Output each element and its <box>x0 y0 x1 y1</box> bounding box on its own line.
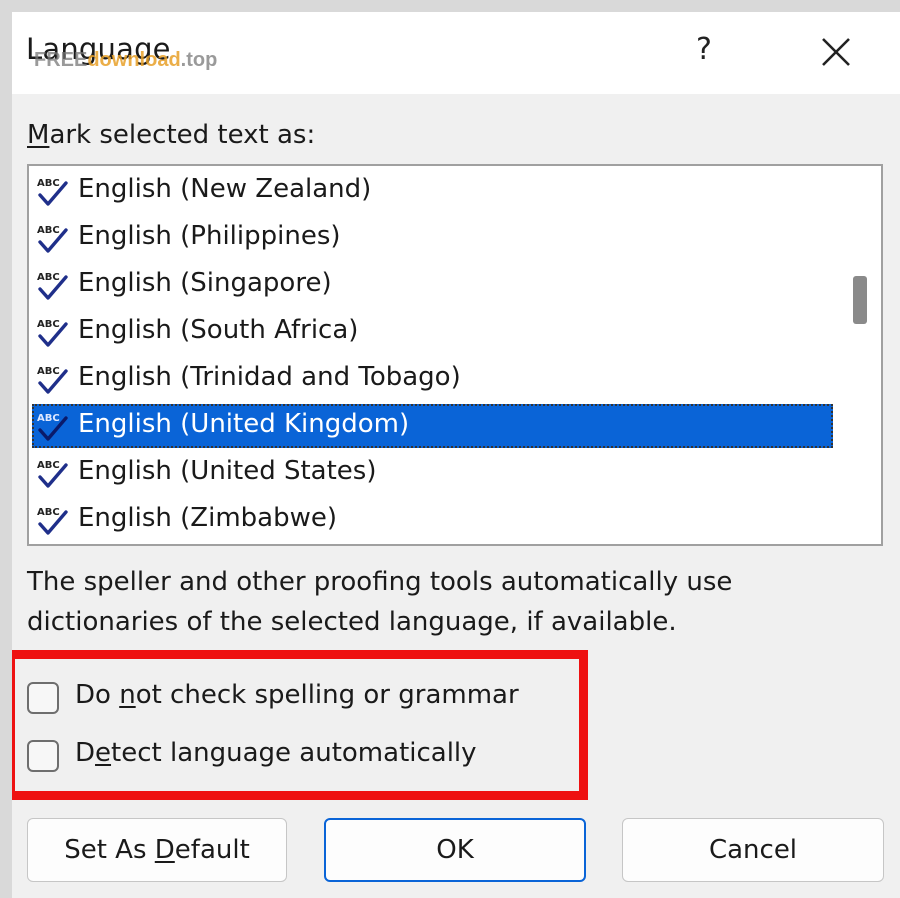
spellcheck-icon: ABC <box>37 272 68 300</box>
listbox-scrollbar[interactable] <box>833 166 881 544</box>
svg-text:ABC: ABC <box>37 460 60 471</box>
language-item-label: English (Zimbabwe) <box>78 503 337 533</box>
no-check-spelling-label[interactable]: Do not check spelling or grammar <box>75 680 519 710</box>
spellcheck-icon: ABC <box>37 507 68 535</box>
language-item-label: English (United States) <box>78 456 377 486</box>
language-item[interactable]: ABC English (United States) <box>32 451 833 495</box>
language-listbox[interactable]: ABC English (New Zealand) ABC English (Phil… <box>27 164 883 546</box>
detect-language-label[interactable]: Detect language automatically <box>75 738 477 768</box>
set-default-label-accesskey: D <box>154 835 175 865</box>
highlight-annotation-box <box>12 650 588 800</box>
set-default-label-post: efault <box>174 835 250 865</box>
no-check-label-pre: Do <box>75 680 120 710</box>
watermark-part-1: FREE <box>34 49 88 71</box>
language-item-label: English (United Kingdom) <box>78 409 410 439</box>
set-default-label-pre: Set As <box>64 835 155 865</box>
mark-selected-text-label: Mark selected text as: <box>27 120 315 150</box>
language-item-label: English (South Africa) <box>78 315 359 345</box>
svg-text:ABC: ABC <box>37 413 60 424</box>
spellcheck-icon: ABC <box>37 225 68 253</box>
language-item-label: English (New Zealand) <box>78 174 372 204</box>
language-item[interactable]: ABC English (Trinidad and Tobago) <box>32 357 833 401</box>
no-check-spelling-checkbox[interactable] <box>27 682 59 714</box>
ok-button[interactable]: OK <box>324 818 586 882</box>
language-item[interactable]: ABC English (New Zealand) <box>32 169 833 213</box>
title-bar: Language FREEdownload.top ? <box>12 12 900 94</box>
spellcheck-icon: ABC <box>37 319 68 347</box>
spellcheck-icon: ABC <box>37 460 68 488</box>
svg-text:ABC: ABC <box>37 178 60 189</box>
svg-text:ABC: ABC <box>37 366 60 377</box>
language-item-label: English (Philippines) <box>78 221 341 251</box>
detect-language-checkbox[interactable] <box>27 740 59 772</box>
language-item-label: English (Trinidad and Tobago) <box>78 362 461 392</box>
mark-label-accesskey: M <box>27 120 50 150</box>
watermark-part-3: .top <box>180 49 218 71</box>
language-dialog: Language FREEdownload.top ? Mark selecte… <box>12 12 900 898</box>
svg-text:ABC: ABC <box>37 319 60 330</box>
detect-label-accesskey: e <box>95 738 112 768</box>
detect-label-post: tect language automatically <box>111 738 477 768</box>
set-as-default-button[interactable]: Set As Default <box>27 818 287 882</box>
help-button[interactable]: ? <box>684 28 724 72</box>
no-check-label-post: ot check spelling or grammar <box>135 680 519 710</box>
mark-label-rest: ark selected text as: <box>49 120 316 150</box>
language-item[interactable]: ABC English (South Africa) <box>32 310 833 354</box>
svg-text:ABC: ABC <box>37 272 60 283</box>
spellcheck-icon: ABC <box>37 178 68 206</box>
close-button[interactable] <box>812 30 860 74</box>
svg-text:ABC: ABC <box>37 225 60 236</box>
scrollbar-thumb[interactable] <box>853 276 867 324</box>
language-item[interactable]: ABC English (United Kingdom) <box>32 404 833 448</box>
detect-label-pre: D <box>75 738 96 768</box>
svg-text:ABC: ABC <box>37 507 60 518</box>
spellcheck-icon: ABC <box>37 413 68 441</box>
language-item[interactable]: ABC English (Singapore) <box>32 263 833 307</box>
proofing-info-text: The speller and other proofing tools aut… <box>27 567 733 637</box>
watermark: FREEdownload.top <box>34 49 217 72</box>
cancel-button[interactable]: Cancel <box>622 818 884 882</box>
language-item-label: English (Singapore) <box>78 268 332 298</box>
no-check-label-accesskey: n <box>119 680 136 710</box>
spellcheck-icon: ABC <box>37 366 68 394</box>
watermark-part-2: download <box>87 49 181 71</box>
language-item[interactable]: ABC English (Philippines) <box>32 216 833 260</box>
close-icon <box>822 38 850 66</box>
language-item[interactable]: ABC English (Zimbabwe) <box>32 498 833 542</box>
